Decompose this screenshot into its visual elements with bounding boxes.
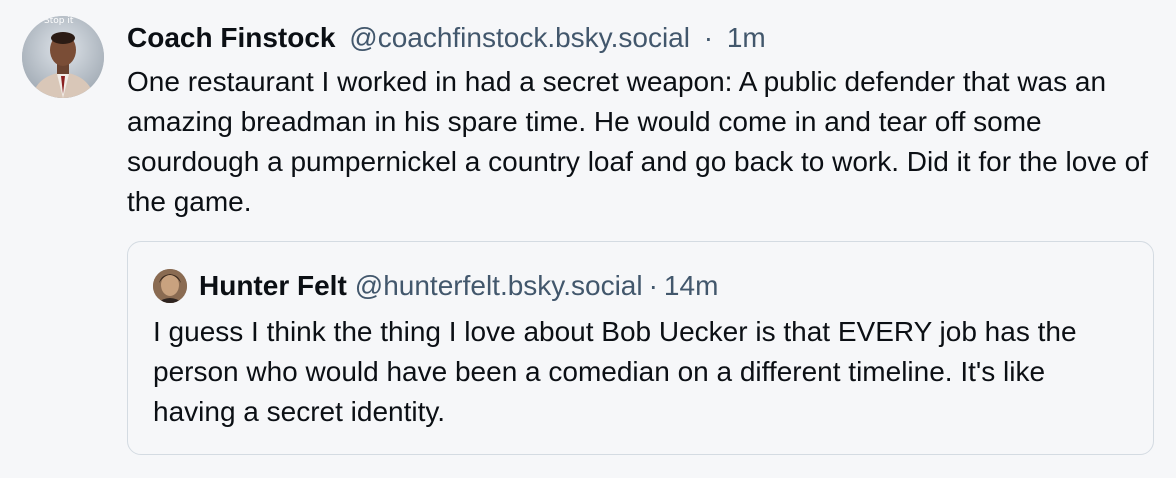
quote-avatar-image [153, 269, 187, 303]
post-timestamp[interactable]: 1m [727, 22, 766, 53]
author-name[interactable]: Coach Finstock [127, 22, 335, 53]
author-avatar-image [22, 16, 104, 98]
quote-text: I guess I think the thing I love about B… [153, 316, 1077, 427]
post-content: Coach Finstock @coachfinstock.bsky.socia… [127, 20, 1157, 222]
post[interactable]: Stop it Coach Finstock @coachfinstock.bs… [0, 0, 1176, 478]
author-handle[interactable]: @coachfinstock.bsky.social [349, 22, 690, 53]
post-text: One restaurant I worked in had a secret … [127, 66, 1149, 217]
quote-timestamp[interactable]: 14m [664, 270, 718, 302]
avatar-badge-text: Stop it [44, 16, 74, 26]
author-avatar[interactable]: Stop it [22, 16, 104, 98]
quoted-post[interactable]: Hunter Felt @hunterfelt.bsky.social · 14… [127, 241, 1154, 455]
quote-author-handle[interactable]: @hunterfelt.bsky.social [355, 270, 643, 302]
header-separator: · [703, 22, 714, 53]
quote-header: Hunter Felt @hunterfelt.bsky.social · 14… [153, 268, 718, 304]
quote-author-avatar[interactable] [153, 269, 187, 303]
post-header: Coach Finstock @coachfinstock.bsky.socia… [127, 20, 1157, 56]
quote-header-separator: · [648, 270, 658, 301]
quote-author-name[interactable]: Hunter Felt [199, 270, 347, 302]
